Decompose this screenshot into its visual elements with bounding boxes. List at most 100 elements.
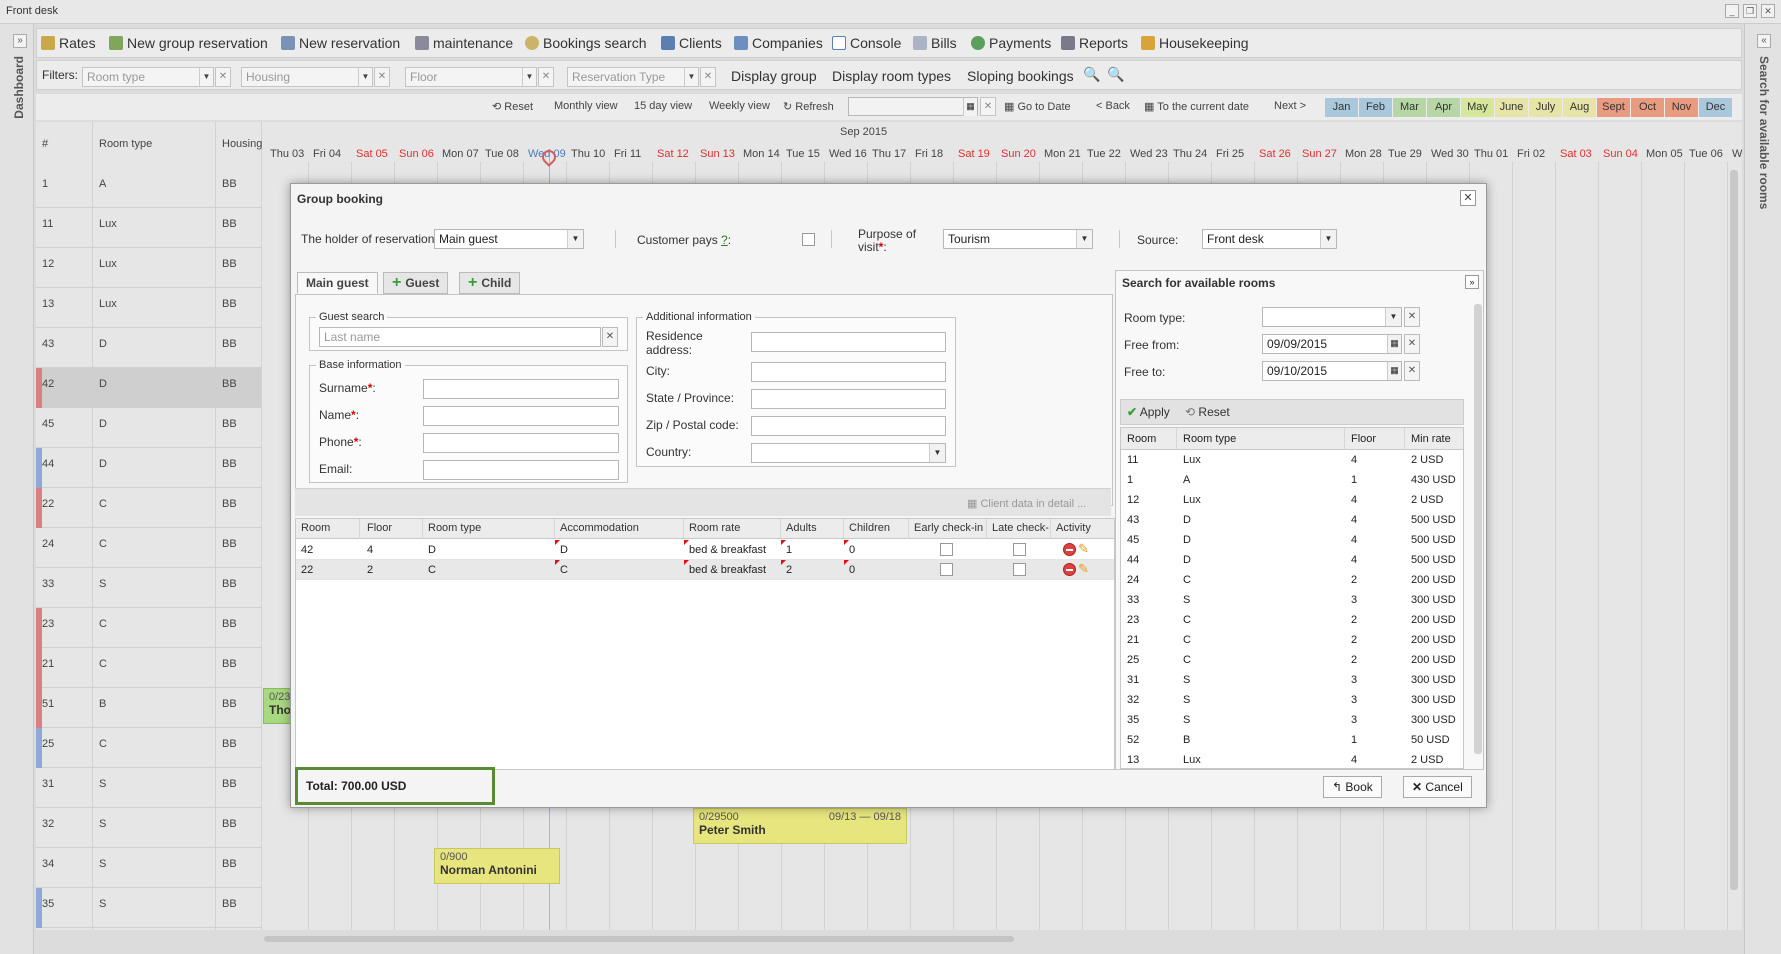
companies-button[interactable]: Companies	[734, 35, 823, 51]
room-row[interactable]: 11 Lux BB	[36, 208, 261, 248]
tab-add-guest[interactable]: + Guest	[383, 272, 449, 294]
country-select[interactable]: ▼	[751, 443, 946, 463]
refresh-button[interactable]: ↻ Refresh	[783, 100, 834, 113]
calendar-icon[interactable]: ▦	[1387, 362, 1401, 380]
cell-rate[interactable]: bed & breakfast	[689, 564, 766, 576]
delete-icon[interactable]	[1063, 543, 1076, 556]
early-checkin-checkbox[interactable]	[940, 563, 953, 576]
list-item[interactable]: 1 A 1 430 USD	[1121, 470, 1463, 490]
room-row[interactable]: 33 S BB	[36, 568, 261, 608]
room-row[interactable]: 22 C BB	[36, 488, 261, 528]
clients-button[interactable]: Clients	[661, 35, 722, 51]
monthly-view-button[interactable]: Monthly view	[554, 100, 618, 112]
collapse-panel-icon[interactable]: »	[1465, 275, 1479, 289]
rooms-scrollbar[interactable]	[1474, 304, 1482, 754]
rates-button[interactable]: Rates	[41, 35, 96, 51]
booking-bar[interactable]: 0/900 Norman Antonini	[434, 848, 560, 884]
maintenance-button[interactable]: maintenance	[415, 35, 513, 51]
clear-search-icon[interactable]: ✕	[602, 327, 618, 347]
room-row[interactable]: 25 C BB	[36, 728, 261, 768]
room-row[interactable]: 13 Lux BB	[36, 288, 261, 328]
list-item[interactable]: 23 C 2 200 USD	[1121, 610, 1463, 630]
month-feb[interactable]: Feb	[1359, 98, 1392, 117]
apply-button[interactable]: ✔ Apply	[1127, 405, 1170, 419]
current-date-button[interactable]: ▦ To the current date	[1144, 100, 1249, 113]
client-detail-button[interactable]: ▦ Client data in detail ...	[967, 497, 1086, 510]
list-item[interactable]: 12 Lux 4 2 USD	[1121, 490, 1463, 510]
list-item[interactable]: 44 D 4 500 USD	[1121, 550, 1463, 570]
list-item[interactable]: 43 D 4 500 USD	[1121, 510, 1463, 530]
room-row[interactable]: 51 B BB	[36, 688, 261, 728]
surname-input[interactable]	[423, 379, 619, 399]
reset-view-button[interactable]: ⟲ Reset	[492, 100, 533, 113]
room-row[interactable]: 44 D BB	[36, 448, 261, 488]
15-day-view-button[interactable]: 15 day view	[634, 100, 692, 112]
console-button[interactable]: Console	[832, 35, 901, 51]
reservation-type-filter[interactable]: Reservation Type ▼	[567, 67, 699, 87]
vertical-scrollbar[interactable]	[1730, 170, 1738, 890]
room-row[interactable]: 45 D BB	[36, 408, 261, 448]
city-input[interactable]	[751, 362, 946, 382]
holder-select[interactable]: Main guest ▼	[434, 229, 584, 249]
room-row[interactable]: 34 S BB	[36, 848, 261, 888]
zoom-in-icon[interactable]: 🔍	[1083, 66, 1100, 83]
state-input[interactable]	[751, 389, 946, 409]
clear-free-from-icon[interactable]: ✕	[1404, 334, 1420, 354]
expand-dashboard-icon[interactable]: »	[13, 34, 27, 48]
room-row[interactable]: 32 S BB	[36, 808, 261, 848]
list-item[interactable]: 52 B 1 50 USD	[1121, 730, 1463, 750]
list-item[interactable]: 13 Lux 4 2 USD	[1121, 750, 1463, 768]
phone-input[interactable]	[423, 433, 619, 453]
restore-icon[interactable]: ❐	[1743, 4, 1757, 18]
room-row[interactable]: 35 S BB	[36, 888, 261, 928]
go-to-date-button[interactable]: ▦ Go to Date	[1004, 100, 1071, 113]
month-dec[interactable]: Dec	[1699, 98, 1732, 117]
new-group-reservation-button[interactable]: New group reservation	[109, 35, 268, 51]
list-item[interactable]: 31 S 3 300 USD	[1121, 670, 1463, 690]
month-aug[interactable]: Aug	[1563, 98, 1596, 117]
close-icon[interactable]: ✕	[1460, 190, 1476, 206]
month-nov[interactable]: Nov	[1665, 98, 1698, 117]
list-item[interactable]: 45 D 4 500 USD	[1121, 530, 1463, 550]
display-room-types-link[interactable]: Display room types	[832, 68, 951, 84]
tab-add-child[interactable]: + Child	[459, 272, 521, 294]
reports-button[interactable]: Reports	[1061, 35, 1128, 51]
room-row[interactable]: 42 D BB	[36, 368, 261, 408]
clear-date-icon[interactable]: ✕	[980, 97, 996, 116]
close-window-icon[interactable]: ✕	[1761, 4, 1775, 18]
cell-children[interactable]: 0	[849, 544, 855, 556]
residence-input[interactable]	[751, 332, 946, 352]
clear-free-to-icon[interactable]: ✕	[1404, 361, 1420, 381]
weekly-view-button[interactable]: Weekly view	[709, 100, 770, 112]
month-jan[interactable]: Jan	[1325, 98, 1358, 117]
table-row[interactable]: 22 2 C Cbed & breakfast 2 0 ✎	[296, 560, 1114, 580]
room-row[interactable]: 43 D BB	[36, 328, 261, 368]
search-rooms-label[interactable]: Search for available rooms	[1757, 56, 1771, 209]
list-item[interactable]: 33 S 3 300 USD	[1121, 590, 1463, 610]
next-button[interactable]: Next >	[1274, 100, 1306, 112]
edit-icon[interactable]: ✎	[1078, 541, 1089, 557]
cell-adults[interactable]: 1	[786, 544, 792, 556]
name-input[interactable]	[423, 406, 619, 426]
cell-adults[interactable]: 2	[786, 564, 792, 576]
book-button[interactable]: ↰ Book	[1323, 776, 1382, 798]
late-checkout-checkbox[interactable]	[1013, 543, 1026, 556]
room-row[interactable]: 24 C BB	[36, 528, 261, 568]
room-row[interactable]: 23 C BB	[36, 608, 261, 648]
free-to-input[interactable]: 09/10/2015 ▦	[1262, 361, 1402, 381]
last-name-search-input[interactable]: Last name	[319, 327, 601, 347]
list-item[interactable]: 11 Lux 4 2 USD	[1121, 450, 1463, 470]
expand-search-icon[interactable]: «	[1757, 34, 1771, 48]
clear-reservation-type-icon[interactable]: ✕	[700, 67, 716, 87]
cancel-button[interactable]: ✕ Cancel	[1403, 776, 1472, 798]
month-sept[interactable]: Sept	[1597, 98, 1630, 117]
month-oct[interactable]: Oct	[1631, 98, 1664, 117]
room-type-select[interactable]: ▼	[1262, 307, 1402, 327]
room-row[interactable]: 12 Lux BB	[36, 248, 261, 288]
list-item[interactable]: 25 C 2 200 USD	[1121, 650, 1463, 670]
back-button[interactable]: < Back	[1096, 100, 1130, 112]
clear-housing-icon[interactable]: ✕	[374, 67, 390, 87]
month-june[interactable]: June	[1495, 98, 1528, 117]
booking-bar[interactable]: 0/29500 09/13 — 09/18 Peter Smith	[693, 808, 907, 844]
cell-accommodation[interactable]: C	[560, 564, 568, 576]
